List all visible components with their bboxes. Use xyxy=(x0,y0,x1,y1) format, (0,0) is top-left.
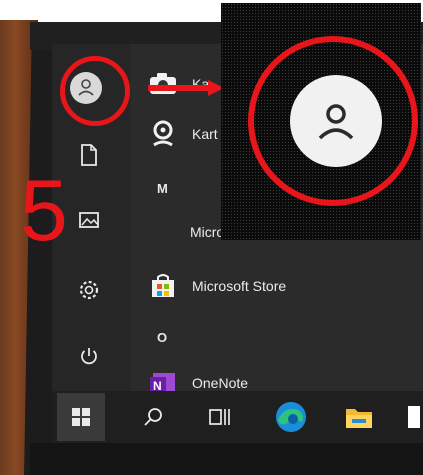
gear-icon xyxy=(79,280,99,300)
power-icon xyxy=(81,348,97,365)
taskbar-start[interactable] xyxy=(62,398,100,436)
document-icon xyxy=(81,144,97,166)
settings-button[interactable] xyxy=(69,270,109,310)
laptop-bezel-bottom xyxy=(30,443,423,475)
taskbar-search[interactable] xyxy=(134,398,172,436)
section-letter[interactable]: M xyxy=(157,181,168,196)
photo-frame: Ka Kart M Microsoft Edge Microsoft Store xyxy=(0,0,423,475)
taskbar-file-explorer[interactable] xyxy=(340,398,378,436)
highlight-ring xyxy=(60,56,130,126)
edge-icon xyxy=(276,402,306,432)
step-number: 5 xyxy=(20,163,68,259)
search-icon xyxy=(144,408,162,426)
app-label: Kart xyxy=(192,126,218,142)
app-item-store[interactable]: Microsoft Store xyxy=(148,268,286,304)
documents-button[interactable] xyxy=(69,135,109,175)
zoomed-user-icon xyxy=(290,75,382,167)
taskbar-task-view[interactable] xyxy=(201,398,239,436)
maps-icon xyxy=(148,119,178,149)
pictures-button[interactable] xyxy=(69,200,109,240)
power-button[interactable] xyxy=(69,336,109,376)
app-item-maps[interactable]: Kart xyxy=(148,116,218,152)
folder-icon xyxy=(346,409,372,428)
taskbar-app-partial[interactable] xyxy=(402,398,423,436)
app-icon-partial xyxy=(407,406,420,428)
store-icon xyxy=(148,271,178,301)
user-icon xyxy=(318,104,354,140)
taskbar-edge[interactable] xyxy=(272,398,310,436)
app-label: Microsoft Store xyxy=(192,278,287,294)
task-view-icon xyxy=(209,409,230,425)
windows-icon xyxy=(72,408,90,426)
arrow-icon xyxy=(148,80,224,96)
app-label: OneNote xyxy=(192,375,249,391)
pictures-icon xyxy=(79,212,99,228)
section-letter[interactable]: O xyxy=(157,330,167,345)
